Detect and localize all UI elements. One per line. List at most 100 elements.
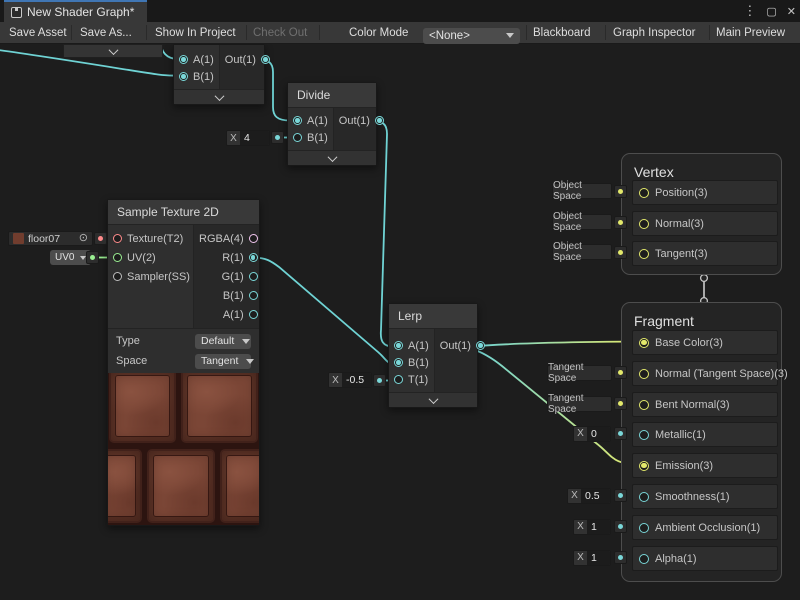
binding-object-space-3[interactable]: Object Space — [552, 244, 612, 260]
port-bent-normal[interactable] — [639, 400, 649, 410]
port-smoothness[interactable] — [639, 492, 649, 502]
node-preview-toggle[interactable] — [288, 150, 376, 165]
port-position[interactable] — [639, 188, 649, 198]
binding-object-space-1[interactable]: Object Space — [552, 183, 612, 199]
port-ambient-occlusion[interactable] — [639, 523, 649, 533]
metallic-value-field[interactable]: X0 — [573, 426, 611, 442]
port-add-b[interactable] — [179, 72, 188, 81]
node-preview-toggle[interactable] — [389, 392, 477, 407]
node-title[interactable]: Lerp — [389, 304, 477, 329]
node-collapsed-partial[interactable] — [63, 44, 163, 58]
port-base-color[interactable] — [639, 338, 649, 348]
binding-dot — [614, 246, 627, 259]
port-alpha[interactable] — [639, 554, 649, 564]
node-title[interactable]: Sample Texture 2D — [108, 200, 259, 225]
port-normal-tangent-space[interactable] — [639, 369, 649, 379]
texture-object-field[interactable]: floor07 ⊙ — [8, 231, 93, 246]
binding-tangent-space-1[interactable]: Tangent Space — [547, 365, 612, 381]
port-g[interactable] — [249, 272, 258, 281]
save-as-button[interactable]: Save As... — [80, 22, 132, 43]
port-normal[interactable] — [639, 219, 649, 229]
binding-tangent-space-2[interactable]: Tangent Space — [547, 396, 612, 412]
port-b[interactable] — [249, 291, 258, 300]
block-row-tangent[interactable]: Tangent(3) — [632, 241, 778, 266]
port-metallic[interactable] — [639, 430, 649, 440]
port-divide-a[interactable] — [293, 116, 302, 125]
value-input[interactable]: -0.5 — [342, 373, 371, 387]
port-lerp-a[interactable] — [394, 341, 403, 350]
type-dropdown[interactable]: Default — [195, 334, 251, 349]
divide-b-port-dot[interactable] — [271, 131, 284, 144]
port-lerp-t[interactable] — [394, 375, 403, 384]
blackboard-toggle-button[interactable]: Blackboard — [533, 22, 591, 43]
node-sample-texture-2d[interactable]: Sample Texture 2D Texture(T2) UV(2) Samp… — [107, 199, 260, 526]
graph-inspector-toggle-button[interactable]: Graph Inspector — [613, 22, 695, 43]
lerp-t-port-dot[interactable] — [373, 374, 386, 387]
port-add-out[interactable] — [261, 55, 270, 64]
metallic-port-dot — [614, 427, 627, 440]
value-input[interactable]: 0.5 — [581, 489, 610, 503]
block-row-emission[interactable]: Emission(3) — [632, 453, 778, 478]
port-divide-b[interactable] — [293, 133, 302, 142]
divide-b-value-field[interactable]: X 4 — [226, 130, 270, 146]
save-asset-button[interactable]: Save Asset — [9, 22, 67, 43]
block-row-alpha[interactable]: Alpha(1) — [632, 546, 778, 571]
port-divide-out[interactable] — [375, 116, 384, 125]
texture-port-dot[interactable] — [94, 232, 107, 245]
port-add-a[interactable] — [179, 55, 188, 64]
graph-canvas[interactable]: A(1) B(1) Out(1) Divide A(1) B(1) Out(1)… — [0, 0, 800, 600]
port-lerp-b[interactable] — [394, 358, 403, 367]
port-a[interactable] — [249, 310, 258, 319]
block-row-smoothness[interactable]: Smoothness(1) — [632, 484, 778, 509]
edge-lerp-out-to-basecolor[interactable] — [471, 342, 640, 347]
block-row-bent-normal[interactable]: Bent Normal(3) — [632, 392, 778, 417]
port-sampler[interactable] — [113, 272, 122, 281]
chevron-down-icon[interactable] — [108, 45, 118, 55]
block-row-base-color[interactable]: Base Color(3) — [632, 330, 778, 355]
show-in-project-button[interactable]: Show In Project — [155, 22, 236, 43]
texture-name: floor07 — [28, 233, 60, 245]
object-picker-icon[interactable]: ⊙ — [79, 233, 88, 244]
node-preview-toggle[interactable] — [174, 89, 264, 104]
alpha-value-field[interactable]: X1 — [573, 550, 611, 566]
port-tangent[interactable] — [639, 249, 649, 259]
edge-sample-r-to-lerp-b[interactable] — [252, 258, 393, 364]
block-row-ambient-occlusion[interactable]: Ambient Occlusion(1) — [632, 515, 778, 540]
port-emission[interactable] — [639, 461, 649, 471]
port-rgba[interactable] — [249, 234, 258, 243]
lerp-t-value-field[interactable]: X -0.5 — [328, 372, 372, 388]
window-menu-icon[interactable]: ⋮ — [743, 3, 756, 19]
block-row-position[interactable]: Position(3) — [632, 180, 778, 205]
port-texture[interactable] — [113, 234, 122, 243]
ambient-occlusion-value-field[interactable]: X1 — [573, 519, 611, 535]
smoothness-value-field[interactable]: X0.5 — [567, 488, 611, 504]
node-title[interactable]: Divide — [288, 83, 376, 108]
type-label: Type — [116, 335, 140, 347]
close-icon[interactable]: ✕ — [787, 5, 796, 18]
uv-port-dot[interactable] — [86, 251, 99, 264]
block-vertex[interactable]: Vertex Position(3) Normal(3) Tangent(3) — [621, 153, 782, 275]
tab-bar: New Shader Graph* ⋮ ▢ ✕ — [0, 0, 800, 22]
node-lerp[interactable]: Lerp A(1) B(1) T(1) Out(1) — [388, 303, 478, 408]
block-row-normal-ts[interactable]: Normal (Tangent Space)(3) — [632, 361, 778, 386]
value-input[interactable]: 0 — [587, 427, 610, 441]
maximize-icon[interactable]: ▢ — [766, 5, 776, 18]
port-lerp-out[interactable] — [476, 341, 485, 350]
color-mode-dropdown[interactable]: <None> — [423, 28, 520, 44]
space-dropdown[interactable]: Tangent — [195, 354, 251, 369]
value-input[interactable]: 1 — [587, 520, 610, 534]
block-row-normal[interactable]: Normal(3) — [632, 211, 778, 236]
node-divide[interactable]: Divide A(1) B(1) Out(1) — [287, 82, 377, 166]
main-preview-toggle-button[interactable]: Main Preview — [716, 22, 785, 43]
binding-object-space-2[interactable]: Object Space — [552, 214, 612, 230]
block-fragment[interactable]: Fragment Base Color(3) Normal (Tangent S… — [621, 302, 782, 582]
port-label: Out(1) — [440, 340, 471, 352]
tab-new-shader-graph[interactable]: New Shader Graph* — [4, 2, 147, 22]
node-add-partial[interactable]: A(1) B(1) Out(1) — [173, 44, 265, 105]
port-label: UV(2) — [127, 252, 156, 264]
value-input[interactable]: 4 — [240, 131, 269, 145]
block-row-metallic[interactable]: Metallic(1) — [632, 422, 778, 447]
port-uv[interactable] — [113, 253, 122, 262]
value-input[interactable]: 1 — [587, 551, 610, 565]
port-r[interactable] — [249, 253, 258, 262]
